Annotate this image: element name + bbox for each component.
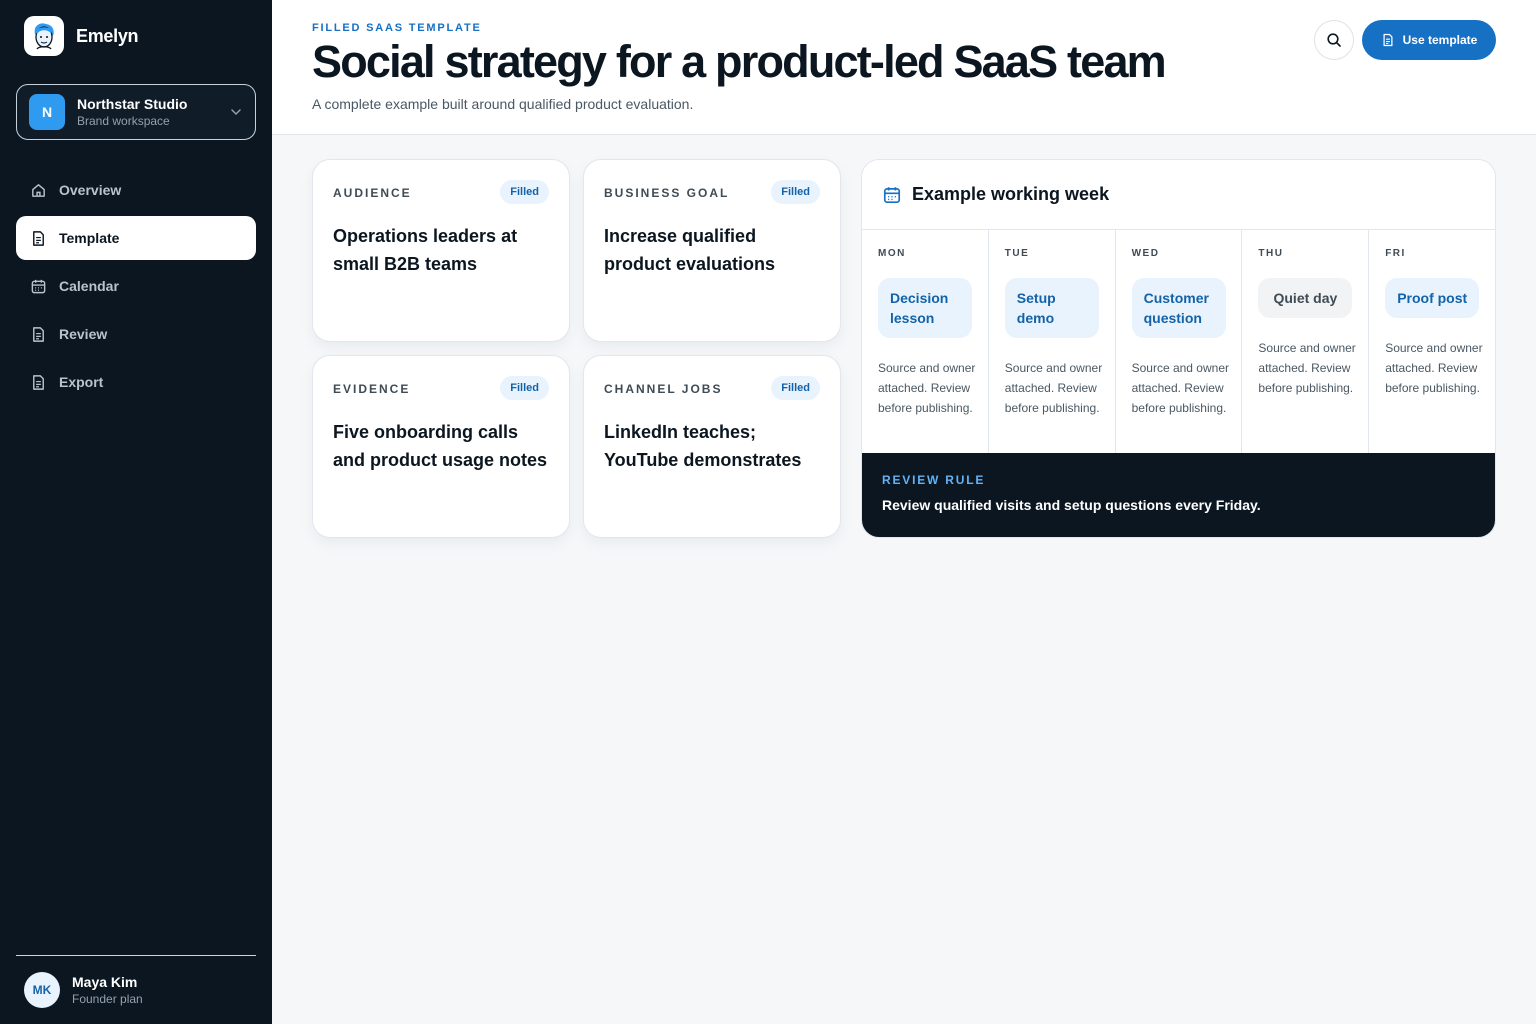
- day-label: THU: [1258, 248, 1284, 259]
- document-icon: [33, 374, 44, 390]
- status-badge: Filled: [500, 180, 549, 204]
- card-label: CHANNEL JOBS: [604, 382, 723, 396]
- brand-name: Emelyn: [76, 25, 139, 46]
- day-column-fri: FRI Proof post Source and owner attached…: [1369, 230, 1495, 455]
- sidebar: Emelyn N Northstar Studio Brand workspac…: [0, 0, 272, 1024]
- day-post-chip[interactable]: Proof post: [1385, 278, 1480, 318]
- home-icon: [32, 183, 45, 197]
- user-profile[interactable]: MK Maya Kim Founder plan: [24, 972, 143, 1008]
- calendar-icon: [31, 279, 46, 293]
- brand-logo-icon: [24, 16, 64, 56]
- workspace-switcher[interactable]: N Northstar Studio Brand workspace: [16, 84, 256, 140]
- card-value: Five onboarding calls and product usage …: [333, 422, 548, 470]
- working-week-panel: Example working week MON Decision lesson…: [861, 159, 1496, 538]
- status-badge: Filled: [771, 376, 820, 400]
- card-label: BUSINESS GOAL: [604, 186, 730, 200]
- card-label: EVIDENCE: [333, 382, 411, 396]
- calendar-icon: [883, 186, 901, 203]
- day-label: WED: [1131, 248, 1160, 259]
- review-rule-label: REVIEW RULE: [882, 473, 986, 487]
- card-value: Operations leaders at small B2B teams: [333, 226, 518, 274]
- sidebar-item-overview[interactable]: Overview: [16, 168, 256, 212]
- card-value: LinkedIn teaches; YouTube demonstrates: [604, 422, 802, 470]
- sidebar-item-label: Overview: [59, 182, 122, 198]
- search-button[interactable]: [1314, 20, 1354, 60]
- card-evidence[interactable]: EVIDENCE Filled Five onboarding calls an…: [312, 355, 570, 538]
- page-title: Social strategy for a product-led SaaS t…: [312, 36, 1167, 87]
- card-channel-jobs[interactable]: CHANNEL JOBS Filled LinkedIn teaches; Yo…: [583, 355, 841, 538]
- brand[interactable]: Emelyn: [24, 16, 139, 56]
- card-business-goal[interactable]: BUSINESS GOAL Filled Increase qualified …: [583, 159, 841, 342]
- avatar: MK: [24, 972, 60, 1008]
- user-plan: Founder plan: [72, 992, 143, 1006]
- page-eyebrow: FILLED SAAS TEMPLATE: [312, 22, 482, 34]
- day-label: TUE: [1004, 248, 1030, 259]
- sidebar-item-calendar[interactable]: Calendar: [16, 264, 256, 308]
- day-post-chip[interactable]: Quiet day: [1258, 278, 1353, 318]
- day-note: Source and owner attached. Review before…: [878, 361, 976, 415]
- document-icon: [33, 230, 44, 246]
- sidebar-nav: Overview Template Calendar Review Export: [16, 168, 256, 408]
- day-post-chip[interactable]: Decision lesson: [878, 278, 972, 338]
- day-column-tue: TUE Setup demo Source and owner attached…: [989, 230, 1116, 455]
- sidebar-item-label: Export: [59, 374, 104, 390]
- day-column-thu: THU Quiet day Source and owner attached.…: [1242, 230, 1370, 455]
- workspace-avatar: N: [29, 94, 65, 130]
- sidebar-item-review[interactable]: Review: [16, 312, 256, 356]
- day-note: Source and owner attached. Review before…: [1385, 341, 1483, 395]
- card-audience[interactable]: AUDIENCE Filled Operations leaders at sm…: [312, 159, 570, 342]
- working-week-header: Example working week: [862, 160, 1495, 230]
- day-note: Source and owner attached. Review before…: [1131, 361, 1229, 415]
- sidebar-item-label: Calendar: [59, 278, 119, 294]
- sidebar-item-label: Template: [59, 230, 120, 246]
- chevron-down-icon: [231, 109, 241, 116]
- review-rule-text: Review qualified visits and setup questi…: [882, 497, 1261, 513]
- user-name: Maya Kim: [72, 974, 138, 990]
- card-value: Increase qualified product evaluations: [604, 226, 776, 274]
- use-template-label: Use template: [1402, 33, 1478, 47]
- status-badge: Filled: [500, 376, 549, 400]
- document-icon: [1383, 33, 1393, 47]
- day-label: MON: [878, 248, 906, 259]
- use-template-button[interactable]: Use template: [1362, 20, 1496, 60]
- sidebar-item-template[interactable]: Template: [16, 216, 256, 260]
- sidebar-item-label: Review: [59, 326, 108, 342]
- status-badge: Filled: [771, 180, 820, 204]
- day-column-wed: WED Customer question Source and owner a…: [1116, 230, 1243, 455]
- workspace-subtitle: Brand workspace: [77, 114, 170, 128]
- day-note: Source and owner attached. Review before…: [1258, 341, 1356, 395]
- workspace-name: Northstar Studio: [77, 96, 188, 112]
- day-post-chip[interactable]: Customer question: [1131, 278, 1226, 338]
- search-icon: [1327, 33, 1341, 47]
- working-week-title: Example working week: [912, 184, 1110, 204]
- sidebar-divider: [16, 955, 256, 956]
- sidebar-item-export[interactable]: Export: [16, 360, 256, 404]
- day-post-chip[interactable]: Setup demo: [1004, 278, 1099, 338]
- page-header: FILLED SAAS TEMPLATE Social strategy for…: [272, 0, 1536, 135]
- week-days: MON Decision lesson Source and owner att…: [862, 230, 1495, 455]
- document-icon: [33, 326, 44, 342]
- day-label: FRI: [1385, 248, 1406, 259]
- day-note: Source and owner attached. Review before…: [1004, 361, 1103, 415]
- day-column-mon: MON Decision lesson Source and owner att…: [862, 230, 989, 455]
- card-label: AUDIENCE: [333, 186, 412, 200]
- page-subtitle: A complete example built around qualifie…: [312, 96, 694, 112]
- review-rule: REVIEW RULE Review qualified visits and …: [862, 453, 1495, 537]
